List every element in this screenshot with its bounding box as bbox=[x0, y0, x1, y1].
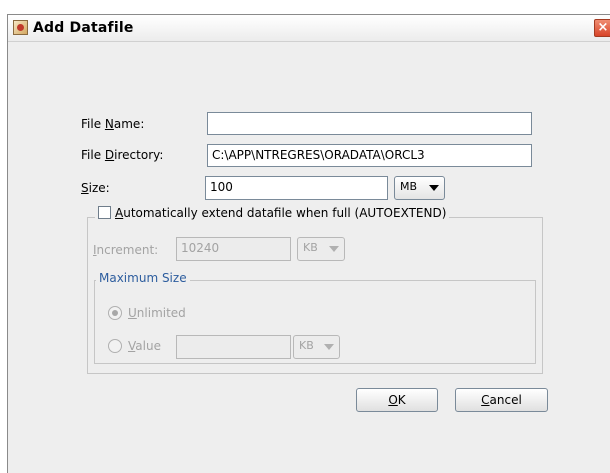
chevron-down-icon bbox=[429, 185, 439, 191]
cancel-button[interactable]: Cancel bbox=[455, 388, 548, 412]
chevron-down-icon bbox=[329, 246, 339, 252]
autoextend-legend[interactable]: Automatically extend datafile when full … bbox=[95, 206, 450, 226]
chevron-down-icon bbox=[324, 344, 334, 350]
unlimited-label: Unlimited bbox=[128, 306, 186, 320]
dialog-title: Add Datafile bbox=[33, 20, 134, 36]
autoextend-label: Automatically extend datafile when full … bbox=[115, 206, 447, 220]
app-icon bbox=[13, 20, 28, 35]
value-unit-value: KB bbox=[299, 339, 314, 352]
increment-unit-dropdown[interactable]: KB bbox=[297, 237, 345, 261]
autoextend-checkbox[interactable] bbox=[98, 206, 111, 219]
value-label: Value bbox=[128, 339, 161, 353]
maximum-size-legend: Maximum Size bbox=[96, 271, 190, 285]
value-radio[interactable] bbox=[108, 339, 122, 353]
file-directory-input[interactable]: C:\APP\NTREGRES\ORADATA\ORCL3 bbox=[207, 144, 532, 167]
title-bar[interactable]: Add Datafile × bbox=[8, 15, 610, 42]
ok-button[interactable]: OK bbox=[356, 388, 438, 412]
increment-input[interactable]: 10240 bbox=[176, 237, 291, 261]
size-label: Size: bbox=[81, 181, 110, 195]
size-unit-value: MB bbox=[400, 180, 418, 193]
value-unit-dropdown[interactable]: KB bbox=[293, 335, 340, 359]
file-directory-label: File Directory: bbox=[81, 148, 164, 162]
add-datafile-dialog: Add Datafile × File Name: File Directory… bbox=[7, 14, 610, 473]
file-name-label: File Name: bbox=[81, 117, 145, 131]
unlimited-radio[interactable] bbox=[108, 306, 122, 320]
increment-label: Increment: bbox=[93, 243, 159, 257]
size-unit-dropdown[interactable]: MB bbox=[394, 176, 445, 200]
size-input[interactable]: 100 bbox=[205, 176, 388, 200]
increment-unit-value: KB bbox=[303, 241, 318, 254]
value-input[interactable] bbox=[176, 335, 291, 359]
file-name-input[interactable] bbox=[207, 112, 532, 135]
close-icon[interactable]: × bbox=[594, 19, 610, 37]
